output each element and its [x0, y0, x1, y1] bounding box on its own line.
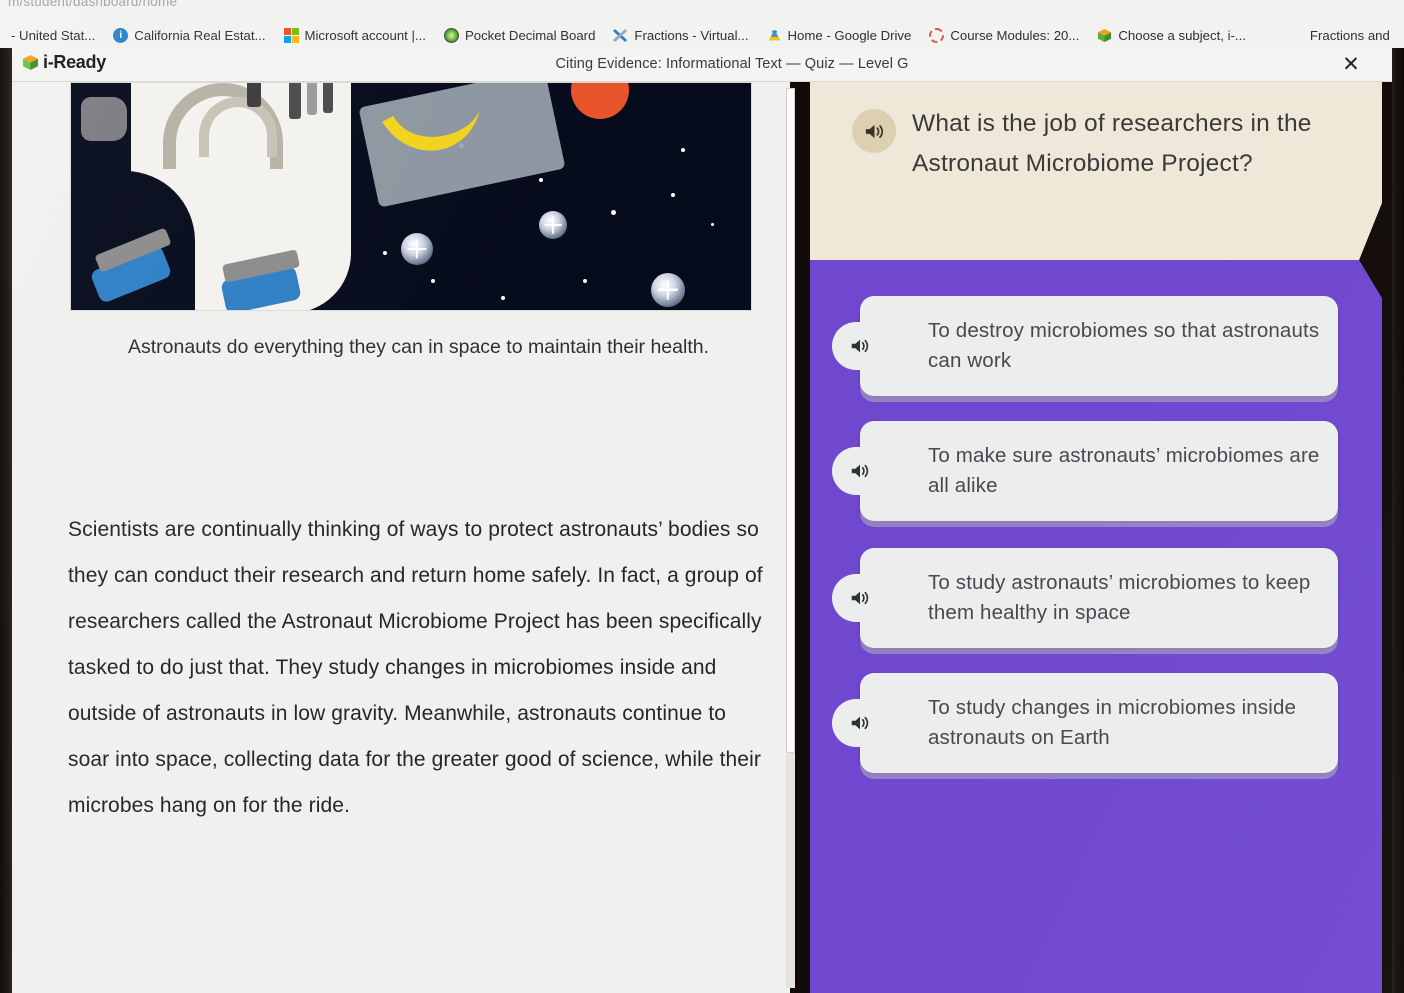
answer-choice-1[interactable]: To make sure astronauts’ microbiomes are… [832, 421, 1338, 521]
bookmark-label: Fractions - Virtual... [634, 27, 749, 43]
browser-chrome: m/student/dashboard/home - United Stat..… [0, 0, 1404, 48]
green-seal-icon [443, 27, 459, 43]
answer-choice-0[interactable]: To destroy microbiomes so that astronaut… [832, 296, 1338, 396]
bookmark-california-real-estate[interactable]: i California Real Estat... [104, 26, 274, 45]
quiz-title: Citing Evidence: Informational Text — Qu… [555, 56, 909, 72]
answer-choice-2[interactable]: To study astronauts’ microbiomes to keep… [832, 548, 1338, 648]
bookmark-pocket-decimal-board[interactable]: Pocket Decimal Board [435, 26, 604, 45]
answer-choice-label: To make sure astronauts’ microbiomes are… [928, 444, 1320, 497]
screen-capture: m/student/dashboard/home - United Stat..… [0, 0, 1404, 993]
bookmark-label: Pocket Decimal Board [464, 27, 596, 43]
reading-pane: Astronauts do everything they can in spa… [12, 82, 790, 993]
bookmark-microsoft-account[interactable]: Microsoft account |... [275, 26, 435, 45]
answer-choice-3[interactable]: To study changes in microbiomes inside a… [832, 673, 1338, 773]
bookmark-label: Course Modules: 20... [950, 27, 1080, 43]
bookmark-label: - United Stat... [11, 27, 96, 43]
bookmark-label: Microsoft account |... [304, 27, 426, 43]
iready-cube-icon [1097, 28, 1112, 43]
bookmark-home-google-drive[interactable]: Home - Google Drive [758, 26, 921, 45]
answer-choice-label: To destroy microbiomes so that astronaut… [928, 319, 1320, 372]
star-sparkle [651, 273, 685, 307]
bookmarks-bar: - United Stat... i California Real Estat… [0, 22, 1404, 48]
quiz-pane: What is the job of researchers in the As… [800, 82, 1392, 993]
astronaut-glove-shape [81, 97, 127, 141]
info-circle-icon: i [113, 27, 129, 43]
speaker-icon[interactable] [832, 699, 888, 747]
bookmark-choose-a-subject[interactable]: Choose a subject, i-... [1088, 26, 1255, 45]
google-drive-icon [767, 28, 782, 43]
bookmark-label: Fractions and [1309, 27, 1390, 43]
screen-bezel-left [0, 48, 12, 993]
speaker-icon[interactable] [832, 574, 888, 622]
screen-bezel-right [1392, 48, 1404, 993]
bookmark-course-modules[interactable]: Course Modules: 20... [920, 26, 1088, 45]
app-header: i-Ready Citing Evidence: Informational T… [12, 48, 1392, 82]
bookmark-label: Home - Google Drive [787, 27, 912, 43]
answer-choice-label: To study changes in microbiomes inside a… [928, 696, 1297, 749]
answer-choices: To destroy microbiomes so that astronaut… [800, 82, 1392, 993]
close-icon[interactable]: ✕ [1338, 52, 1364, 78]
star-sparkle [401, 233, 433, 265]
bookmark-fractions-and[interactable]: Fractions and [1301, 26, 1399, 45]
reading-pane-scrollbar[interactable] [786, 88, 795, 988]
passage-paragraph: Scientists are continually thinking of w… [68, 518, 763, 817]
address-bar-text[interactable]: m/student/dashboard/home [8, 0, 177, 9]
bookmark-label: California Real Estat... [134, 27, 266, 43]
dashed-circle-icon [929, 27, 945, 43]
microsoft-logo-icon [283, 27, 299, 43]
bookmark-united-stat[interactable]: - United Stat... [2, 26, 104, 45]
bookmark-label: Choose a subject, i-... [1118, 27, 1246, 43]
image-caption: Astronauts do everything they can in spa… [128, 336, 710, 358]
scrollbar-thumb[interactable] [786, 88, 795, 753]
bookmark-fractions-virtual[interactable]: Fractions - Virtual... [604, 26, 757, 45]
blue-cross-tool-icon [613, 28, 628, 43]
speaker-icon[interactable] [832, 447, 888, 495]
passage-illustration [70, 82, 752, 311]
star-sparkle [539, 211, 567, 239]
answer-choice-label: To study astronauts’ microbiomes to keep… [928, 571, 1311, 624]
speaker-icon[interactable] [832, 322, 888, 370]
